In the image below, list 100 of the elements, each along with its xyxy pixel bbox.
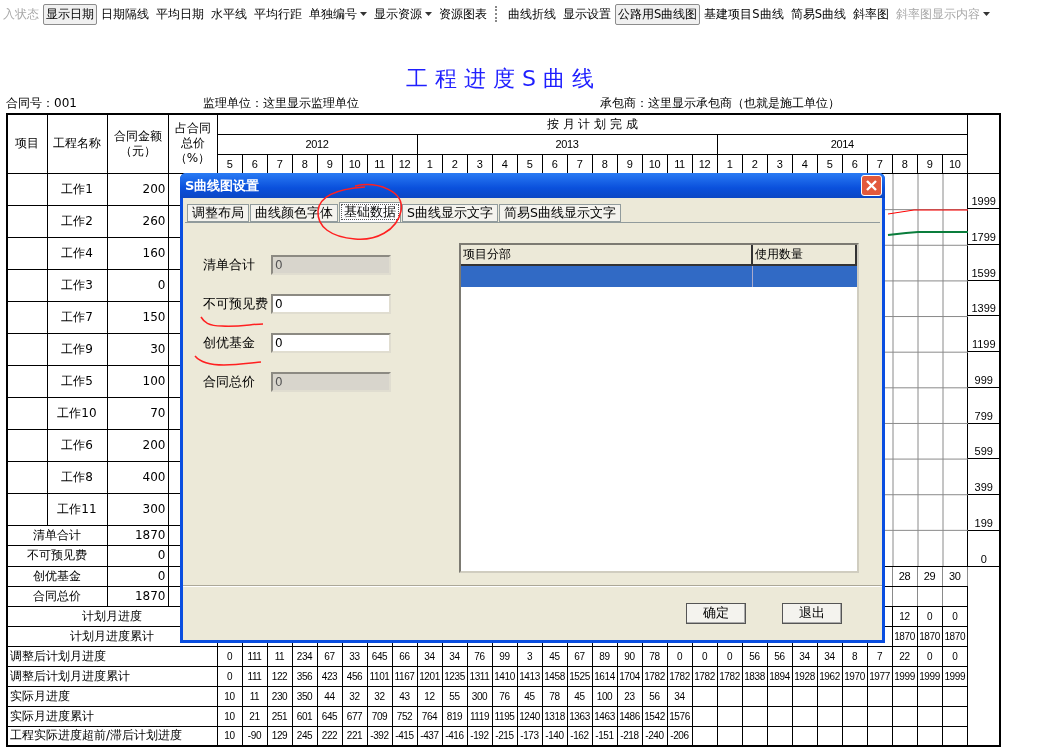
progress-value: 1614 (592, 666, 617, 686)
progress-value: 23 (617, 686, 642, 706)
progress-value: 1576 (667, 706, 692, 726)
toolbar-button[interactable]: 日期隔线 (98, 3, 152, 25)
progress-value: 356 (292, 666, 317, 686)
progress-value: 1999 (892, 666, 917, 686)
progress-value: -416 (442, 726, 467, 746)
column-header: 总价 (179, 136, 206, 152)
contractor-label: 承包商：这里显示承包商（也就是施工单位） (600, 95, 841, 112)
column-header: （%） (173, 151, 212, 167)
axis-label: 1999 (971, 194, 996, 209)
input-field[interactable]: 0 (271, 294, 391, 314)
progress-value: 45 (542, 646, 567, 666)
progress-value: 1413 (517, 666, 542, 686)
toolbar-button[interactable]: 公路用S曲线图 (615, 3, 701, 25)
toolbar-button[interactable]: 显示资源 (371, 3, 435, 25)
dialog-button[interactable]: 退出 (782, 602, 842, 624)
progress-value: 1962 (817, 666, 842, 686)
amount: 0 (107, 269, 168, 302)
progress-label: 调整后计划月进度累计 (7, 666, 217, 686)
month-header: 9 (917, 154, 942, 173)
amount: 100 (107, 365, 168, 398)
progress-value: -437 (417, 726, 442, 746)
progress-value: 66 (392, 646, 417, 666)
progress-value: -415 (392, 726, 417, 746)
progress-value: 300 (467, 686, 492, 706)
progress-value: -218 (617, 726, 642, 746)
progress-value: 8 (842, 646, 867, 666)
progress-value: 0 (217, 666, 242, 686)
toolbar-button[interactable]: 简易S曲线 (787, 3, 849, 25)
progress-value: 1782 (667, 666, 692, 686)
progress-value: 12 (417, 686, 442, 706)
work-name: 工作7 (47, 301, 107, 334)
progress-value: 350 (292, 686, 317, 706)
list-column-header[interactable]: 使用数量 (753, 245, 857, 266)
progress-value: 230 (267, 686, 292, 706)
tab[interactable]: 调整布局 (187, 204, 249, 222)
progress-value: 1486 (617, 706, 642, 726)
list-box[interactable]: 项目分部 使用数量 (459, 243, 859, 573)
progress-value: 1970 (842, 666, 867, 686)
tab[interactable]: S曲线显示文字 (402, 204, 498, 222)
progress-value: 1463 (592, 706, 617, 726)
toolbar-button[interactable]: 斜率图 (849, 3, 892, 25)
toolbar-button[interactable]: 显示日期 (43, 3, 97, 25)
progress-value: 1363 (567, 706, 592, 726)
close-button[interactable] (861, 175, 882, 196)
progress-value: 1410 (492, 666, 517, 686)
toolbar-button[interactable]: 资源图表 (436, 3, 490, 25)
progress-value: 423 (317, 666, 342, 686)
day-number: 28 (892, 566, 917, 586)
progress-value: 67 (317, 646, 342, 666)
toolbar-button[interactable]: 显示设置 (560, 3, 614, 25)
amount: 30 (107, 333, 168, 366)
progress-value: 1870 (917, 626, 942, 646)
toolbar-button[interactable]: 平均日期 (153, 3, 207, 25)
progress-value: 56 (642, 686, 667, 706)
progress-value: 34 (442, 646, 467, 666)
contract-number: 合同号：001 (6, 95, 78, 112)
field-label: 创优基金 (203, 334, 256, 352)
work-name: 工作9 (47, 333, 107, 366)
progress-value: 10 (217, 706, 242, 726)
toolbar-button[interactable]: 曲线折线 (505, 3, 559, 25)
close-icon (866, 180, 877, 191)
progress-value: -206 (667, 726, 692, 746)
year-header: 2013 (417, 134, 717, 154)
progress-value: 1167 (392, 666, 417, 686)
input-field[interactable]: 0 (271, 333, 391, 353)
axis-label: 1799 (971, 229, 996, 244)
toolbar-button[interactable]: 水平线 (208, 3, 250, 25)
progress-value: 1542 (642, 706, 667, 726)
column-header: （元） (118, 143, 157, 159)
work-name: 工作5 (47, 365, 107, 398)
summary-label: 不可预见费 (7, 545, 107, 566)
progress-value: 234 (292, 646, 317, 666)
progress-value: 1782 (717, 666, 742, 686)
progress-value: 1838 (742, 666, 767, 686)
progress-value: 12 (892, 606, 917, 626)
dialog-button[interactable]: 确定 (686, 602, 746, 624)
list-column-header[interactable]: 项目分部 (461, 245, 753, 266)
toolbar-button[interactable]: 平均行距 (251, 3, 305, 25)
field-label: 合同总价 (203, 373, 256, 391)
toolbar-button[interactable]: 基建项目S曲线 (701, 3, 787, 25)
progress-label: 实际月进度累计 (7, 706, 217, 726)
progress-value: 1311 (467, 666, 492, 686)
progress-value: -392 (367, 726, 392, 746)
axis-label: 399 (974, 480, 993, 495)
progress-value: 45 (567, 686, 592, 706)
toolbar-button[interactable]: 单独编号 (306, 3, 370, 25)
progress-value: 111 (242, 666, 267, 686)
progress-value: 7 (867, 646, 892, 666)
tab[interactable]: 简易S曲线显示文字 (498, 204, 621, 222)
plan-heading: 按 月 计 划 完 成 (217, 114, 968, 134)
progress-value: 1240 (517, 706, 542, 726)
sheet-title: 工 程 进 度 S 曲 线 (405, 65, 595, 93)
tab[interactable]: 基础数据 (339, 202, 401, 222)
field-label: 不可预见费 (203, 295, 269, 313)
progress-value: 677 (342, 706, 367, 726)
work-name: 工作11 (47, 493, 107, 526)
progress-value: 100 (592, 686, 617, 706)
work-name: 工作10 (47, 397, 107, 430)
